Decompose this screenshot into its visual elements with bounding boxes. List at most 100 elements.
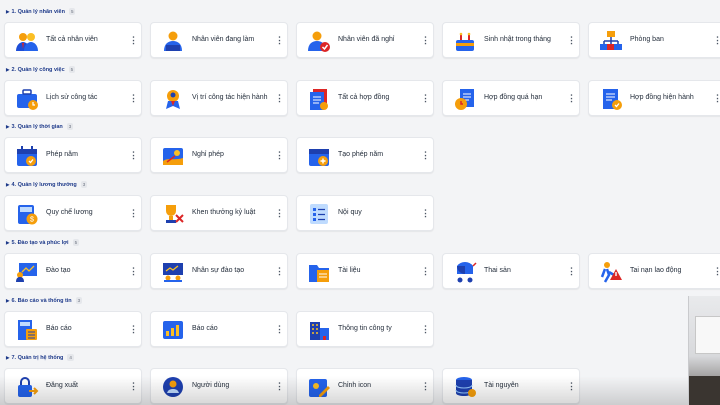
- more-options-icon[interactable]: ⋮: [713, 91, 720, 105]
- more-options-icon[interactable]: ⋮: [275, 322, 284, 336]
- section-title[interactable]: ▶ 5. Đào tạo và phúc lợi 5: [6, 238, 80, 248]
- more-options-icon[interactable]: ⋮: [129, 91, 138, 105]
- section-title[interactable]: ▶ 2. Quản lý công việc 5: [6, 65, 76, 75]
- more-options-icon[interactable]: ⋮: [567, 33, 576, 47]
- module-card[interactable]: Thai sản ⋮: [442, 252, 580, 289]
- collapse-caret-icon[interactable]: ▶: [6, 65, 9, 75]
- more-options-icon[interactable]: ⋮: [421, 91, 430, 105]
- more-options-icon[interactable]: ⋮: [129, 206, 138, 220]
- more-options-icon[interactable]: ⋮: [275, 379, 284, 393]
- more-options-icon[interactable]: ⋮: [275, 264, 284, 278]
- module-card[interactable]: Nhân viên đã nghỉ ⋮: [296, 22, 434, 58]
- module-card[interactable]: Tài liệu ⋮: [296, 252, 434, 289]
- module-card-label: Đào tạo: [46, 266, 71, 274]
- module-card-label: Sinh nhật trong tháng: [484, 36, 551, 43]
- birthday-cake-icon: [453, 29, 477, 53]
- module-card-label: Quy chế lương: [46, 209, 93, 217]
- more-options-icon[interactable]: ⋮: [129, 148, 138, 162]
- more-options-icon[interactable]: ⋮: [713, 264, 720, 278]
- training-staff-icon: [161, 260, 185, 284]
- module-card-label: Người dùng: [192, 382, 230, 390]
- section-count-badge: 3: [75, 296, 83, 304]
- collapse-caret-icon[interactable]: ▶: [6, 296, 9, 306]
- module-card[interactable]: Báo cáo ⋮: [4, 310, 142, 347]
- more-options-icon[interactable]: ⋮: [421, 148, 430, 162]
- section-count-badge: 5: [68, 65, 76, 73]
- module-card-label: Nhân viên đã nghỉ: [338, 36, 395, 43]
- module-card[interactable]: Thông tin công ty ⋮: [296, 310, 434, 347]
- more-options-icon[interactable]: ⋮: [421, 264, 430, 278]
- more-options-icon[interactable]: ⋮: [275, 91, 284, 105]
- module-card[interactable]: Báo cáo ⋮: [150, 310, 288, 347]
- module-card[interactable]: Phòng ban ⋮: [588, 22, 720, 58]
- module-card[interactable]: Người dùng ⋮: [150, 368, 288, 405]
- module-card[interactable]: Nhân sự đào tạo ⋮: [150, 252, 288, 289]
- module-card[interactable]: Lịch sử công tác ⋮: [4, 79, 142, 116]
- more-options-icon[interactable]: ⋮: [275, 148, 284, 162]
- more-options-icon[interactable]: ⋮: [421, 206, 430, 220]
- collapse-caret-icon[interactable]: ▶: [6, 180, 9, 190]
- module-card[interactable]: Đào tạo ⋮: [4, 252, 142, 289]
- module-card[interactable]: Tai nạn lao động ⋮: [588, 252, 720, 289]
- logout-lock-icon: [15, 375, 39, 399]
- collapse-caret-icon[interactable]: ▶: [6, 7, 9, 17]
- more-options-icon[interactable]: ⋮: [129, 264, 138, 278]
- module-card[interactable]: Nghỉ phép ⋮: [150, 137, 288, 174]
- company-building-icon: [307, 318, 331, 342]
- more-options-icon[interactable]: ⋮: [567, 264, 576, 278]
- resources-database-icon: [453, 375, 477, 399]
- employee-resigned-icon: [307, 29, 331, 53]
- module-card-label: Phép năm: [46, 151, 78, 159]
- module-card[interactable]: Nhân viên đang làm ⋮: [150, 22, 288, 58]
- module-card[interactable]: Chỉnh icon ⋮: [296, 368, 434, 405]
- section-title[interactable]: ▶ 3. Quản lý thời gian 3: [6, 122, 74, 132]
- more-options-icon[interactable]: ⋮: [129, 322, 138, 336]
- more-options-icon[interactable]: ⋮: [567, 379, 576, 393]
- more-options-icon[interactable]: ⋮: [275, 33, 284, 47]
- more-options-icon[interactable]: ⋮: [713, 33, 720, 47]
- module-card[interactable]: Phép năm ⋮: [4, 137, 142, 174]
- module-card-label: Thai sản: [484, 266, 511, 274]
- module-card-label: Nội quy: [338, 209, 362, 217]
- module-card[interactable]: $ Quy chế lương ⋮: [4, 195, 142, 232]
- maternity-stroller-icon: [453, 260, 477, 284]
- section-title-text: 2. Quản lý công việc: [11, 66, 65, 73]
- module-card[interactable]: Hợp đồng hiện hành ⋮: [588, 79, 720, 116]
- more-options-icon[interactable]: ⋮: [129, 379, 138, 393]
- section-title[interactable]: ▶ 1. Quản lý nhân viên 5: [6, 7, 76, 17]
- section-title-text: 4. Quản lý lương thưởng: [11, 182, 77, 189]
- rules-checklist-icon: [307, 202, 331, 226]
- more-options-icon[interactable]: ⋮: [421, 379, 430, 393]
- module-card-label: Nhân viên đang làm: [192, 36, 255, 43]
- more-options-icon[interactable]: ⋮: [275, 206, 284, 220]
- collapse-caret-icon[interactable]: ▶: [6, 238, 9, 248]
- module-card[interactable]: Vị trí công tác hiện hành ⋮: [150, 79, 288, 116]
- module-card[interactable]: Sinh nhật trong tháng ⋮: [442, 22, 580, 58]
- module-card-label: Vị trí công tác hiện hành: [192, 93, 268, 101]
- module-card-label: Báo cáo: [192, 324, 218, 332]
- section-title[interactable]: ▶ 4. Quản lý lương thưởng 3: [6, 180, 88, 190]
- module-card[interactable]: Nội quy ⋮: [296, 195, 434, 232]
- module-card[interactable]: Tạo phép năm ⋮: [296, 137, 434, 174]
- department-org-icon: [599, 29, 623, 53]
- module-card-label: Tạo phép năm: [338, 151, 384, 159]
- more-options-icon[interactable]: ⋮: [421, 322, 430, 336]
- section-title[interactable]: ▶ 7. Quản trị hệ thống 4: [6, 353, 74, 363]
- more-options-icon[interactable]: ⋮: [421, 33, 430, 47]
- module-card[interactable]: Hợp đồng quá hạn ⋮: [442, 79, 580, 116]
- module-card[interactable]: Đăng xuất ⋮: [4, 368, 142, 405]
- module-card[interactable]: Tất cả hợp đồng ⋮: [296, 79, 434, 116]
- salary-calculator-icon: $: [15, 202, 39, 226]
- section-title-text: 7. Quản trị hệ thống: [11, 355, 64, 362]
- webcam-whiteboard: [695, 316, 720, 354]
- section-title[interactable]: ▶ 6. Báo cáo và thống tin 3: [6, 296, 83, 306]
- webcam-overlay: [688, 296, 720, 405]
- collapse-caret-icon[interactable]: ▶: [6, 353, 9, 363]
- briefcase-history-icon: [15, 87, 39, 111]
- module-card[interactable]: Tài nguyên ⋮: [442, 368, 580, 405]
- more-options-icon[interactable]: ⋮: [129, 33, 138, 47]
- module-card[interactable]: Khen thưởng kỷ luật ⋮: [150, 195, 288, 232]
- module-card[interactable]: Tất cả nhân viên ⋮: [4, 22, 142, 58]
- collapse-caret-icon[interactable]: ▶: [6, 122, 9, 132]
- more-options-icon[interactable]: ⋮: [567, 91, 576, 105]
